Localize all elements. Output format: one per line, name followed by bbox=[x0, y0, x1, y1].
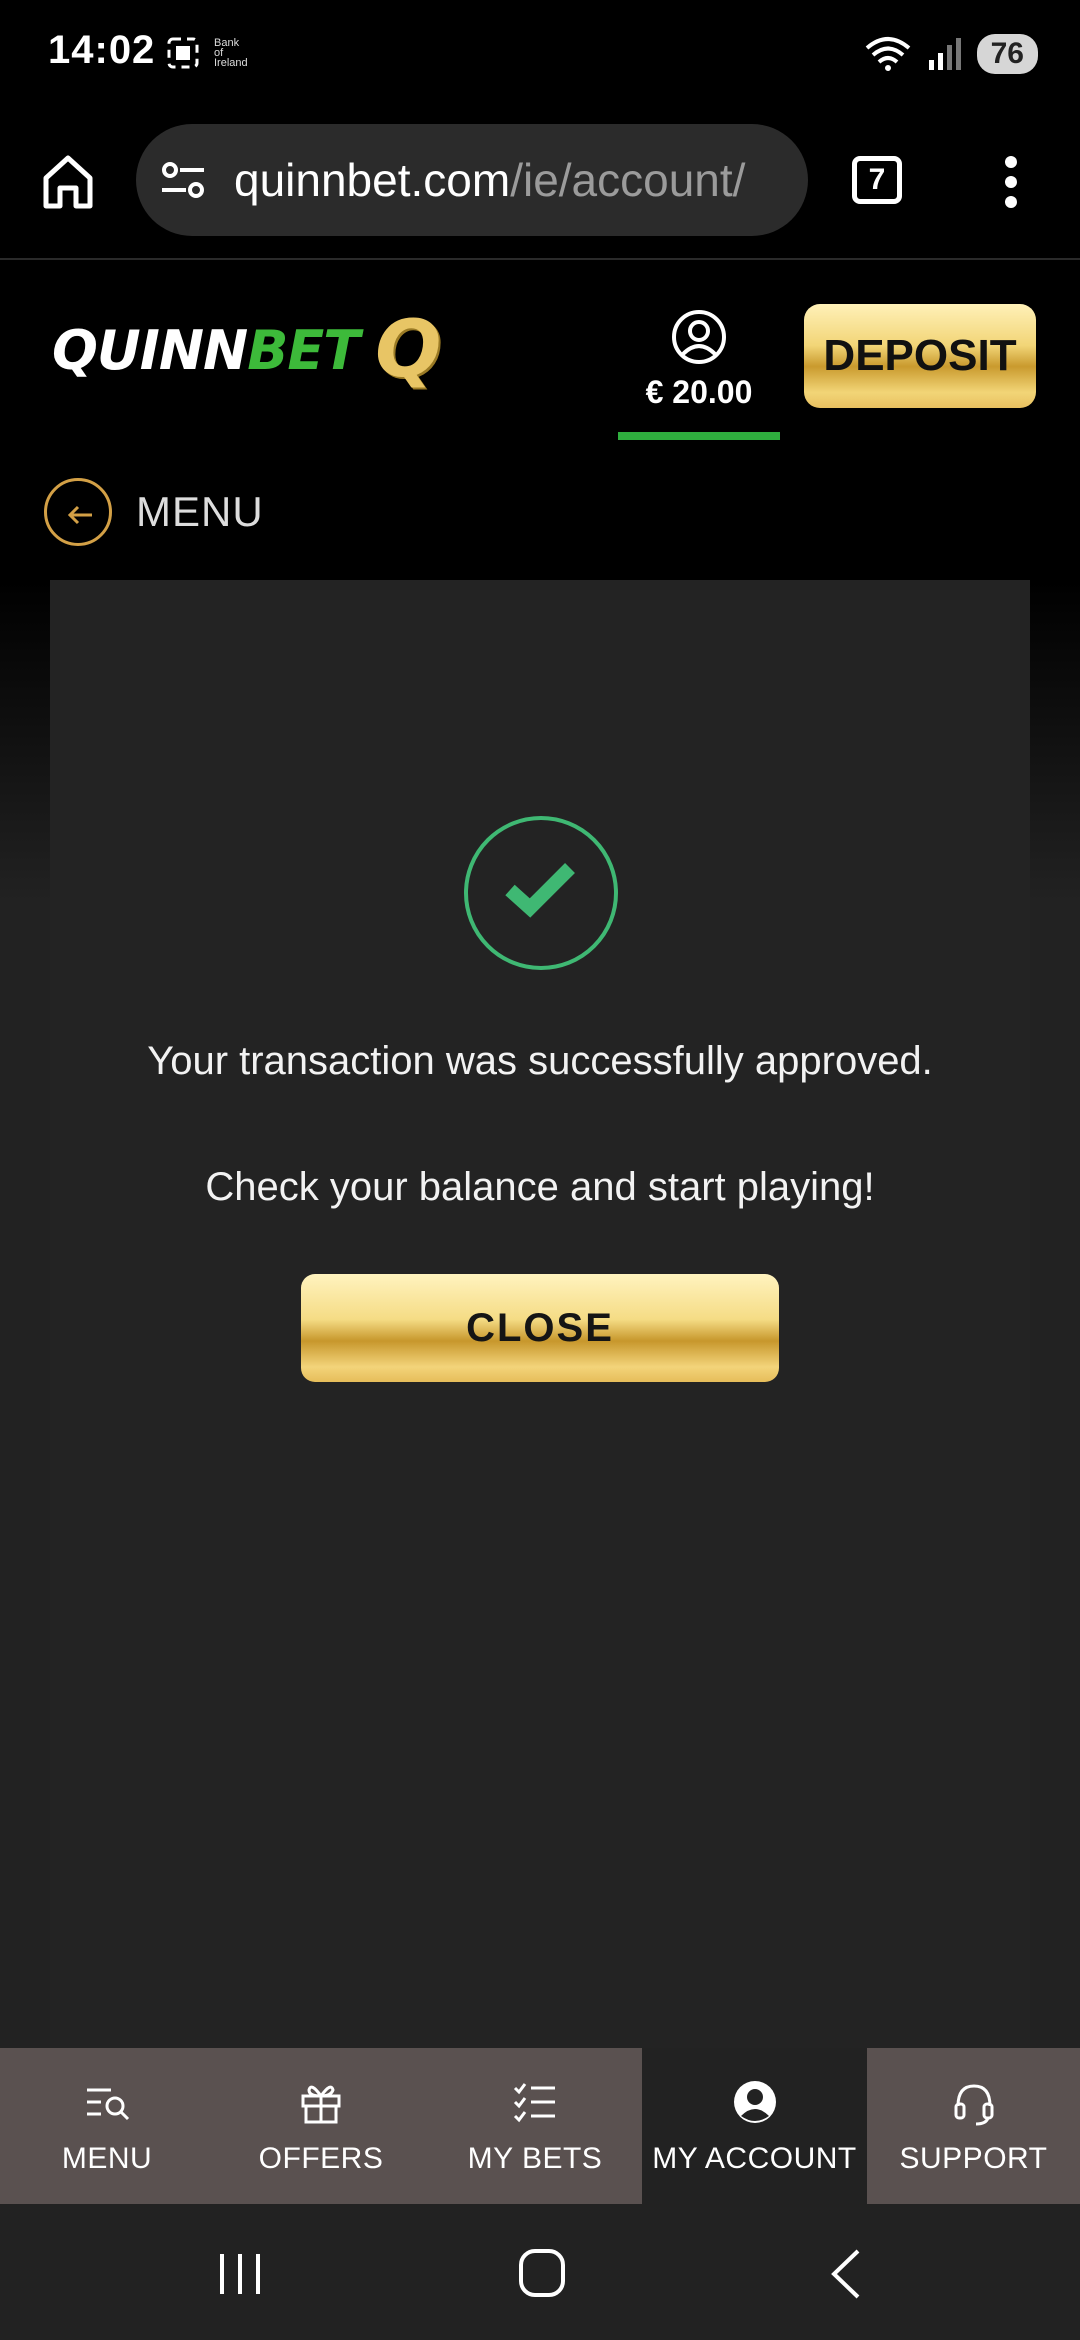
account-icon bbox=[733, 2081, 776, 2123]
balance-hint: Check your balance and start playing! bbox=[205, 1165, 875, 1209]
account-balance-button[interactable]: € 20.00 bbox=[618, 308, 780, 440]
system-navigation-bar bbox=[0, 2204, 1080, 2340]
menu-back-row: MENU bbox=[0, 450, 1080, 580]
site-header: QUINNBET Q € 20.00 DEPOSIT bbox=[0, 262, 1080, 450]
home-icon[interactable] bbox=[40, 152, 96, 212]
logo-bet: BET bbox=[247, 318, 360, 382]
menu-back-label[interactable]: MENU bbox=[136, 488, 264, 536]
success-check-icon bbox=[464, 816, 618, 970]
wifi-icon bbox=[865, 37, 910, 71]
nav-label: SUPPORT bbox=[899, 2142, 1048, 2175]
battery-indicator: 76 bbox=[976, 34, 1038, 74]
logo-quinn: QUINN bbox=[52, 318, 248, 382]
browser-toolbar: quinnbet.com/ie/account/ 7 bbox=[0, 112, 1080, 260]
bottom-nav: MENU OFFERS MY BETS MY ACCOUNT SUPPORT bbox=[0, 2048, 1080, 2204]
status-bar: 14:02 Bank of Ireland 76 bbox=[0, 0, 1080, 112]
nav-label: OFFERS bbox=[258, 2142, 384, 2175]
success-message: Your transaction was successfully approv… bbox=[147, 1039, 933, 1083]
status-right-icons: 76 bbox=[863, 34, 1038, 74]
close-button[interactable]: CLOSE bbox=[301, 1274, 779, 1382]
status-time: 14:02 bbox=[48, 28, 156, 72]
bank-notification-icon: Bank of Ireland bbox=[214, 37, 248, 69]
gift-icon bbox=[301, 2085, 341, 2124]
nav-item-my-account[interactable]: MY ACCOUNT bbox=[642, 2048, 867, 2204]
nav-item-support[interactable]: SUPPORT bbox=[867, 2048, 1080, 2204]
back-nav-icon[interactable] bbox=[828, 2248, 862, 2300]
quinnbet-logo[interactable]: QUINNBET Q bbox=[52, 305, 441, 395]
account-balance: € 20.00 bbox=[645, 374, 753, 410]
nav-label: MY BETS bbox=[467, 2142, 603, 2175]
recent-apps-icon[interactable] bbox=[216, 2252, 264, 2296]
headset-icon bbox=[954, 2084, 993, 2126]
checklist-icon bbox=[513, 2083, 555, 2123]
url-bar[interactable]: quinnbet.com/ie/account/ bbox=[136, 124, 808, 236]
deposit-button[interactable]: DEPOSIT bbox=[804, 304, 1036, 408]
url-path: /ie/account/ bbox=[510, 154, 746, 206]
url-text: quinnbet.com/ie/account/ bbox=[234, 153, 745, 207]
menu-search-icon bbox=[87, 2088, 130, 2121]
url-domain: quinnbet.com bbox=[234, 154, 511, 206]
logo-q-mark: Q bbox=[375, 305, 442, 395]
active-indicator bbox=[618, 432, 780, 440]
arrow-left-icon bbox=[67, 505, 92, 525]
tab-switcher-button[interactable]: 7 bbox=[852, 156, 902, 204]
nav-item-offers[interactable]: OFFERS bbox=[214, 2048, 428, 2204]
signal-icon bbox=[928, 38, 961, 70]
nav-label: MENU bbox=[61, 2142, 153, 2175]
nav-label: MY ACCOUNT bbox=[652, 2142, 857, 2175]
home-button-icon[interactable] bbox=[518, 2248, 566, 2298]
more-options-icon[interactable] bbox=[996, 152, 1026, 212]
nav-item-my-bets[interactable]: MY BETS bbox=[428, 2048, 642, 2204]
account-icon bbox=[672, 310, 726, 364]
site-settings-icon[interactable] bbox=[156, 152, 212, 208]
status-left-icons: Bank of Ireland bbox=[166, 36, 248, 70]
screenshot-icon bbox=[167, 37, 199, 69]
nav-item-menu[interactable]: MENU bbox=[0, 2048, 214, 2204]
back-button[interactable] bbox=[44, 478, 112, 546]
